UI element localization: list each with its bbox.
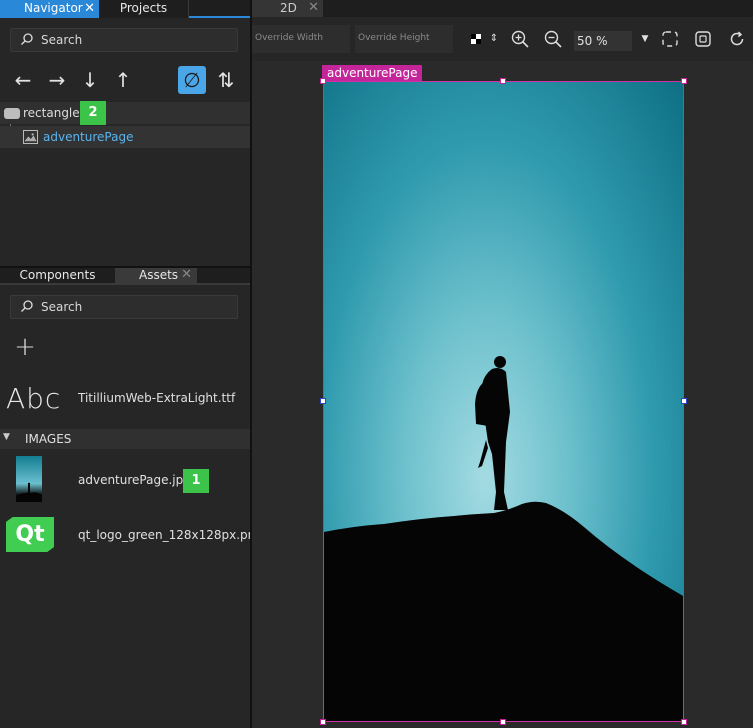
chevron-down-icon: ▼ (3, 432, 10, 442)
tab-2d-label: 2D (280, 1, 297, 15)
plus-icon: + (14, 332, 36, 362)
section-title: IMAGES (25, 432, 72, 446)
background-dropdown[interactable]: ⇕ (485, 30, 503, 48)
close-icon[interactable]: ✕ (308, 0, 319, 16)
background-color-button[interactable] (467, 30, 485, 48)
resize-handle[interactable] (681, 78, 687, 84)
move-left-button[interactable]: ← (10, 67, 36, 93)
search-placeholder: Search (41, 300, 83, 314)
zoom-dropdown[interactable]: ▼ (636, 30, 654, 48)
tab-projects[interactable]: Projects (99, 0, 189, 18)
fit-selection-button[interactable] (694, 30, 712, 48)
fit-view-icon (662, 31, 678, 47)
search-icon (21, 33, 33, 45)
asset-image-name[interactable]: qt_logo_green_128x128px.png (78, 528, 263, 542)
override-height-field[interactable]: Override Height (355, 25, 453, 53)
tab-projects-label: Projects (119, 1, 168, 15)
tab-assets-label: Assets (139, 268, 179, 282)
move-down-button[interactable]: ↓ (77, 67, 103, 93)
tab-2d[interactable]: 2D ✕ (252, 0, 323, 17)
arrow-right-icon: → (48, 68, 66, 92)
tab-components-label: Components (19, 268, 96, 282)
mountain-hiker-scene (324, 356, 683, 721)
annotation-badge: 1 (183, 469, 209, 493)
qt-logo-thumbnail[interactable]: Qt (6, 517, 54, 552)
zoom-out-icon (544, 30, 562, 48)
image-icon (23, 130, 38, 144)
zoom-in-icon (511, 30, 529, 48)
selected-item-label: adventurePage (322, 65, 423, 82)
images-section-header[interactable]: ▼ IMAGES (0, 429, 250, 449)
resize-handle[interactable] (500, 78, 506, 84)
assets-search-input[interactable]: Search (10, 295, 238, 319)
rectangle-icon (4, 108, 20, 119)
fit-to-view-button[interactable] (661, 30, 679, 48)
sort-icon: ⇅ (217, 68, 235, 92)
arrow-left-icon: ← (14, 68, 32, 92)
tab-navigator-label: Navigator (24, 1, 83, 15)
reset-view-button[interactable] (728, 30, 746, 48)
search-placeholder: Search (41, 33, 83, 47)
editor-tabbar: 2D ✕ (252, 0, 753, 17)
reverse-order-button[interactable]: ⇅ (213, 67, 239, 93)
tree-item-label: adventurePage (43, 130, 134, 144)
empty-set-icon: ∅ (183, 68, 201, 92)
resize-handle[interactable] (320, 78, 326, 84)
tree-item-label: rectangle (23, 106, 80, 120)
fit-selection-icon (695, 31, 711, 47)
tab-navigator[interactable]: Navigator ✕ (0, 0, 99, 18)
resize-handle[interactable] (320, 398, 326, 404)
editor-2d: 2D ✕ Override Width Override Height ⇕ 50… (252, 0, 753, 728)
zoom-in-button[interactable] (511, 30, 529, 48)
chevron-down-icon: ▼ (641, 34, 649, 44)
override-width-field[interactable]: Override Width (252, 25, 350, 53)
hiker-silhouette (16, 482, 42, 502)
tree-item-rectangle[interactable]: rectangle 2 (0, 101, 250, 125)
tab-components[interactable]: Components (0, 268, 115, 283)
zoom-level-value: 50 % (577, 34, 608, 48)
asset-font-name[interactable]: TitilliumWeb-ExtraLight.ttf (78, 391, 235, 405)
editor-toolbar: Override Width Override Height ⇕ 50 % ▼ (252, 17, 753, 61)
move-right-button[interactable]: → (44, 67, 70, 93)
left-panel: Navigator ✕ Projects Search ← → ↓ ↑ ∅ ⇅ … (0, 0, 263, 728)
updown-icon: ⇕ (489, 33, 499, 44)
font-preview: Abc (6, 382, 62, 415)
resize-handle[interactable] (681, 398, 687, 404)
annotation-badge: 2 (80, 101, 106, 125)
asset-image-name[interactable]: adventurePage.jpg (78, 473, 191, 487)
arrow-up-icon: ↑ (114, 68, 132, 92)
navigator-search-input[interactable]: Search (10, 28, 238, 52)
resize-handle[interactable] (320, 719, 326, 725)
navigator-tabbar: Navigator ✕ Projects (0, 0, 250, 18)
search-icon (21, 300, 33, 312)
close-icon[interactable]: ✕ (181, 267, 192, 282)
tab-assets[interactable]: Assets ✕ (115, 267, 197, 283)
design-canvas[interactable]: adventurePage (252, 61, 753, 728)
checkerboard-icon (471, 34, 481, 44)
close-icon[interactable]: ✕ (84, 0, 95, 17)
image-thumbnail[interactable] (16, 456, 42, 502)
refresh-icon (730, 31, 744, 46)
resize-handle[interactable] (681, 719, 687, 725)
zoom-out-button[interactable] (544, 30, 562, 48)
filter-toggle-button[interactable]: ∅ (178, 66, 206, 94)
resize-handle[interactable] (500, 719, 506, 725)
qt-logo-text: Qt (15, 522, 45, 547)
arrow-down-icon: ↓ (81, 68, 99, 92)
add-asset-button[interactable]: + (14, 334, 36, 360)
override-width-placeholder: Override Width (255, 33, 323, 43)
selected-item-name: adventurePage (327, 66, 418, 80)
override-height-placeholder: Override Height (358, 33, 430, 43)
library-tabbar: Components Assets ✕ (0, 267, 250, 285)
move-up-button[interactable]: ↑ (110, 67, 136, 93)
zoom-level-select[interactable]: 50 % (574, 31, 632, 51)
adventure-page-image[interactable] (323, 81, 684, 722)
